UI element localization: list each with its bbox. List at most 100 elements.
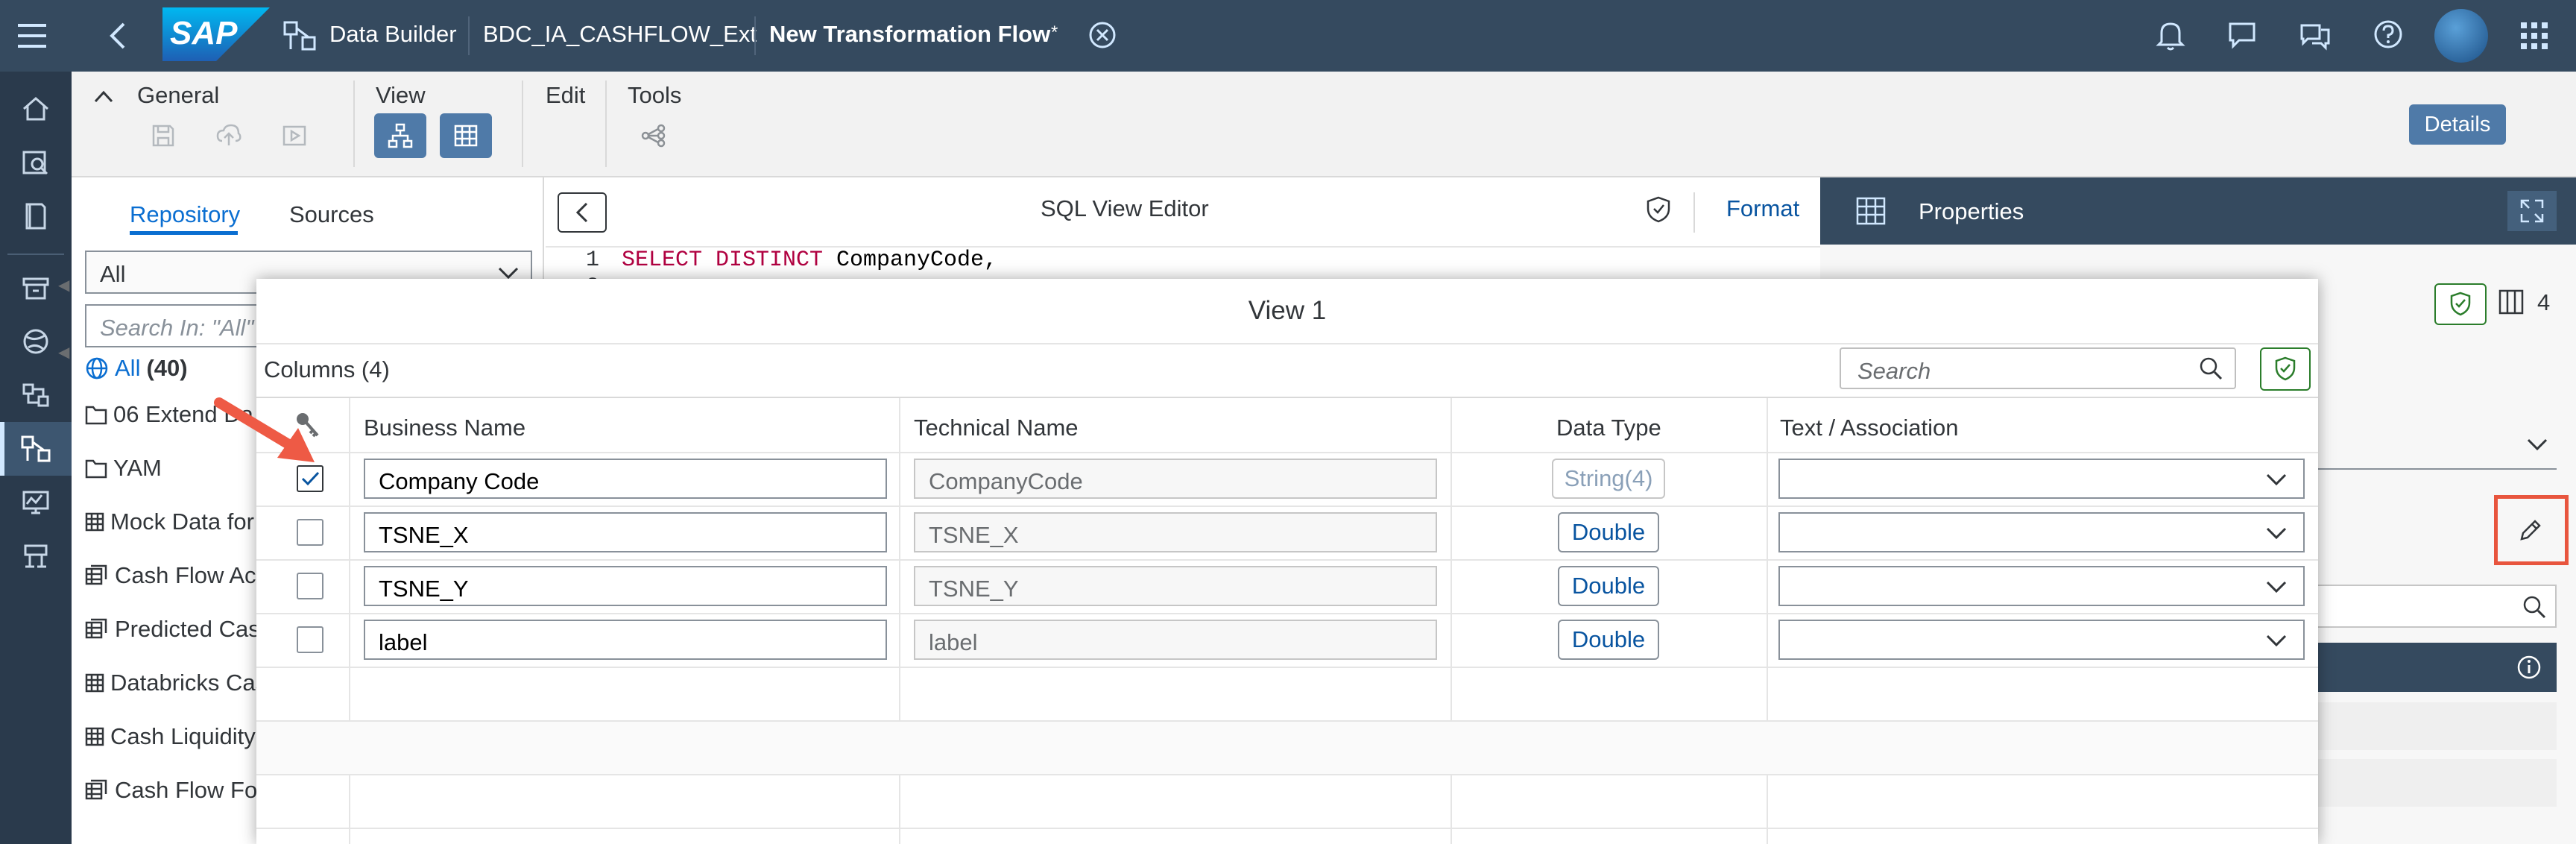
text-association-select[interactable] bbox=[1778, 620, 2305, 660]
collapse-group-icon[interactable]: ◀ bbox=[58, 276, 69, 295]
technical-name-value: CompanyCode bbox=[929, 468, 1083, 494]
validate-shield-icon[interactable] bbox=[1646, 195, 1671, 227]
columns-list-row[interactable] bbox=[2311, 759, 2557, 807]
tree-item[interactable]: Cash Flow Act bbox=[85, 549, 262, 602]
tree-item-label: YAM bbox=[113, 455, 162, 481]
back-button[interactable] bbox=[558, 192, 607, 233]
breadcrumb-data-builder[interactable]: Data Builder bbox=[329, 21, 457, 48]
tree-item[interactable]: Cash Liquidity bbox=[85, 710, 256, 763]
catalog-search-icon[interactable] bbox=[0, 136, 72, 189]
breadcrumb-space[interactable]: BDC_IA_CASHFLOW_Ext bbox=[483, 21, 757, 48]
menu-icon[interactable] bbox=[18, 22, 46, 49]
key-checkbox[interactable] bbox=[297, 573, 323, 599]
dialog-search-input[interactable]: Search bbox=[1840, 347, 2236, 389]
technical-name-field: CompanyCode bbox=[914, 459, 1437, 499]
properties-header: Properties bbox=[1820, 177, 2576, 245]
text-association-select[interactable] bbox=[1778, 459, 2305, 499]
toolbar-separator bbox=[353, 81, 355, 167]
data-type-button[interactable]: Double bbox=[1558, 512, 1659, 552]
business-builder-icon[interactable] bbox=[0, 368, 72, 422]
toolbar-separator bbox=[605, 81, 607, 167]
collapse-toolbar-icon[interactable] bbox=[94, 89, 113, 107]
user-avatar[interactable] bbox=[2434, 9, 2488, 63]
technical-name-field: TSNE_Y bbox=[914, 566, 1437, 606]
validate-shield-button[interactable] bbox=[2434, 283, 2487, 325]
product-switch-chat-icon[interactable] bbox=[2299, 19, 2332, 54]
search-icon[interactable] bbox=[2199, 356, 2223, 380]
close-tab-icon[interactable] bbox=[1088, 21, 1117, 53]
home-icon[interactable] bbox=[0, 82, 72, 136]
row-divider bbox=[256, 506, 2318, 507]
tab-sources[interactable]: Sources bbox=[289, 201, 374, 228]
sql-editor-title: SQL View Editor bbox=[1041, 195, 1209, 221]
business-name-input[interactable]: TSNE_X bbox=[364, 512, 887, 552]
text-association-select[interactable] bbox=[1778, 566, 2305, 606]
validate-shield-button[interactable] bbox=[2260, 347, 2311, 391]
header-text-association[interactable]: Text / Association bbox=[1780, 415, 1959, 441]
format-button[interactable]: Format bbox=[1726, 195, 1799, 222]
data-builder-icon[interactable] bbox=[0, 422, 72, 476]
header-divider bbox=[1693, 192, 1695, 233]
fullscreen-icon[interactable] bbox=[2507, 191, 2557, 231]
technical-name-value: label bbox=[929, 629, 978, 655]
data-type-button[interactable]: String(4) bbox=[1552, 459, 1665, 499]
tree-item-all[interactable]: All (40) bbox=[85, 353, 188, 383]
data-type-button[interactable]: Double bbox=[1558, 566, 1659, 606]
run-button[interactable] bbox=[268, 113, 321, 158]
breadcrumb-separator bbox=[468, 16, 470, 55]
info-icon[interactable] bbox=[2516, 655, 2542, 680]
key-checkbox[interactable] bbox=[297, 626, 323, 653]
app-grid-icon[interactable] bbox=[2521, 22, 2548, 53]
toolbar-separator bbox=[522, 81, 523, 167]
header-business-name[interactable]: Business Name bbox=[364, 415, 525, 441]
sap-logo-text: SAP bbox=[170, 15, 238, 51]
repository-search-placeholder: Search In: "All" bbox=[100, 315, 254, 341]
table-icon bbox=[85, 727, 104, 746]
folder-icon bbox=[85, 459, 107, 479]
data-type-button[interactable]: Double bbox=[1558, 620, 1659, 660]
header-technical-name[interactable]: Technical Name bbox=[914, 415, 1079, 441]
table-view-button[interactable] bbox=[440, 113, 492, 158]
business-name-input[interactable]: label bbox=[364, 620, 887, 660]
text-association-select[interactable] bbox=[1778, 512, 2305, 552]
search-icon bbox=[2523, 596, 2546, 619]
toolbar-group-view: View bbox=[376, 82, 426, 108]
help-icon[interactable] bbox=[2373, 19, 2403, 53]
tree-item[interactable]: Predicted Cash bbox=[85, 602, 273, 656]
details-button[interactable]: Details bbox=[2409, 104, 2506, 145]
header-data-type[interactable]: Data Type bbox=[1556, 415, 1661, 441]
diagram-view-button[interactable] bbox=[374, 113, 426, 158]
data-integration-monitor-icon[interactable] bbox=[0, 476, 72, 529]
toolbar-group-tools: Tools bbox=[628, 82, 682, 108]
impact-lineage-button[interactable] bbox=[628, 113, 680, 158]
table-header-row bbox=[256, 398, 2318, 452]
back-icon[interactable] bbox=[109, 21, 127, 54]
tab-repository[interactable]: Repository bbox=[130, 201, 240, 228]
tree-item[interactable]: Cash Flow For bbox=[85, 763, 265, 817]
save-button[interactable] bbox=[137, 113, 189, 158]
nav-divider bbox=[7, 253, 64, 255]
view-icon bbox=[85, 564, 107, 585]
tree-item[interactable]: Databricks Cas bbox=[85, 656, 267, 710]
columns-list-row[interactable] bbox=[2311, 702, 2557, 750]
business-name-input[interactable]: Company Code bbox=[364, 459, 887, 499]
property-select[interactable] bbox=[2311, 422, 2557, 470]
tab-active-indicator bbox=[130, 231, 238, 235]
collapse-group-icon[interactable]: ◀ bbox=[58, 343, 69, 362]
key-checkbox[interactable] bbox=[297, 519, 323, 546]
connections-icon[interactable] bbox=[0, 529, 72, 583]
repository-explorer-icon[interactable] bbox=[0, 189, 72, 243]
feedback-icon[interactable] bbox=[2227, 19, 2260, 54]
notifications-icon[interactable] bbox=[2156, 19, 2185, 54]
row-divider bbox=[256, 559, 2318, 561]
columns-search-field[interactable] bbox=[2311, 585, 2557, 628]
deploy-button[interactable] bbox=[203, 113, 255, 158]
business-name-value: TSNE_Y bbox=[379, 576, 469, 602]
row-divider bbox=[256, 828, 2318, 829]
tree-item[interactable]: Mock Data for bbox=[85, 495, 254, 549]
business-name-input[interactable]: TSNE_Y bbox=[364, 566, 887, 606]
shell-bar: SAP Data Builder BDC_IA_CASHFLOW_Ext New… bbox=[0, 0, 2576, 72]
sql-editor-header: SQL View Editor Format bbox=[546, 177, 1820, 248]
tree-item[interactable]: YAM bbox=[85, 441, 162, 495]
line-number: 1 bbox=[586, 248, 600, 273]
